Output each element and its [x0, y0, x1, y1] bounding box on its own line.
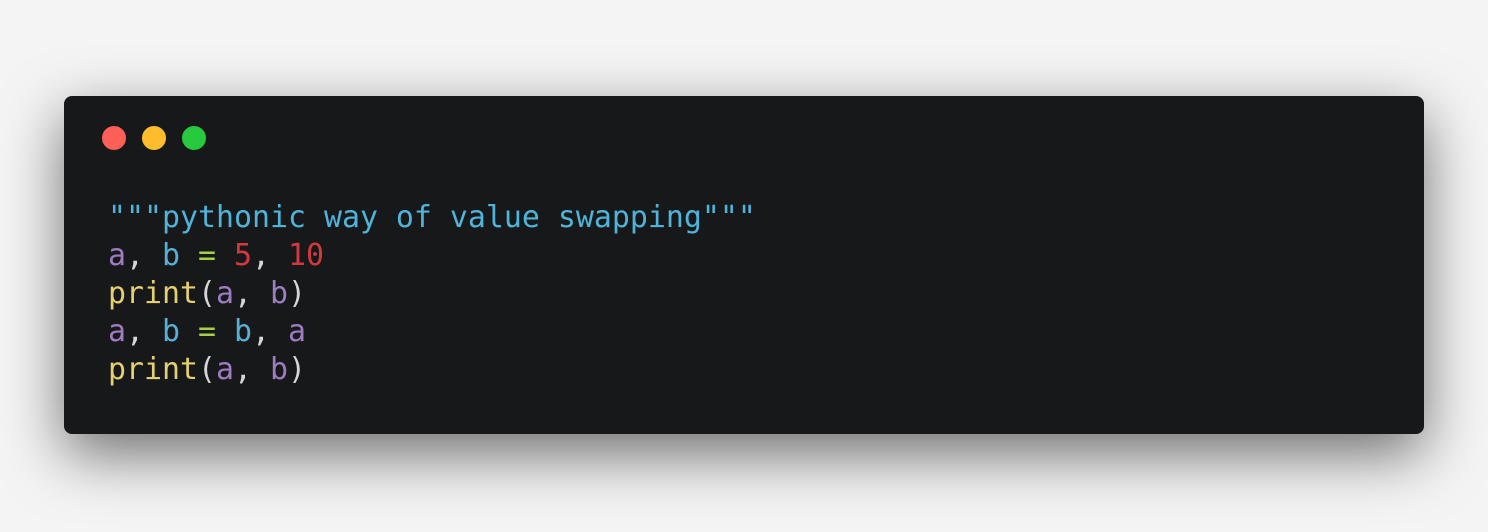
maximize-dot-icon[interactable]: [182, 126, 206, 150]
code-token-punctuation: (: [197, 352, 216, 387]
code-token-variable: a: [108, 314, 126, 349]
code-token-target: b: [162, 238, 180, 273]
code-token-punctuation: ): [287, 276, 306, 311]
code-line: print(a, b): [108, 275, 756, 313]
code-window: """pythonic way of value swapping""" a, b…: [64, 96, 1424, 434]
close-dot-icon[interactable]: [102, 126, 126, 150]
code-token-target: b: [162, 314, 180, 349]
code-token-punctuation: [180, 238, 198, 273]
code-token-variable: a: [288, 314, 306, 349]
code-token-operator: =: [198, 314, 216, 349]
code-token-variable: a: [108, 238, 126, 273]
code-token-punctuation: ,: [252, 238, 288, 273]
code-token-punctuation: ,: [252, 314, 288, 349]
code-token-variable: a: [215, 276, 234, 311]
code-token-punctuation: ,: [126, 238, 162, 273]
code-token-punctuation: [216, 314, 234, 349]
code-token-string: """pythonic way of value swapping""": [108, 200, 756, 235]
code-token-punctuation: ): [287, 352, 306, 387]
code-token-variable: b: [269, 276, 288, 311]
code-token-punctuation: [180, 314, 198, 349]
code-token-punctuation: [216, 238, 234, 273]
code-line: print(a, b): [108, 351, 756, 389]
code-token-operator: =: [198, 238, 216, 273]
code-line: a, b = b, a: [108, 313, 756, 351]
code-token-variable: a: [215, 352, 234, 387]
code-token-function: print: [108, 276, 198, 311]
code-block: """pythonic way of value swapping""" a, b…: [108, 199, 756, 389]
code-token-punctuation: ,: [233, 352, 270, 387]
code-token-punctuation: ,: [233, 276, 270, 311]
code-line: a, b = 5, 10: [108, 237, 756, 275]
code-token-function: print: [108, 352, 198, 387]
minimize-dot-icon[interactable]: [142, 126, 166, 150]
code-token-target: b: [234, 314, 252, 349]
code-token-number: 5: [234, 238, 252, 273]
code-line: """pythonic way of value swapping""": [108, 199, 756, 237]
code-token-number: 10: [288, 238, 324, 273]
code-token-punctuation: ,: [126, 314, 162, 349]
code-token-punctuation: (: [197, 276, 216, 311]
code-token-variable: b: [269, 352, 288, 387]
